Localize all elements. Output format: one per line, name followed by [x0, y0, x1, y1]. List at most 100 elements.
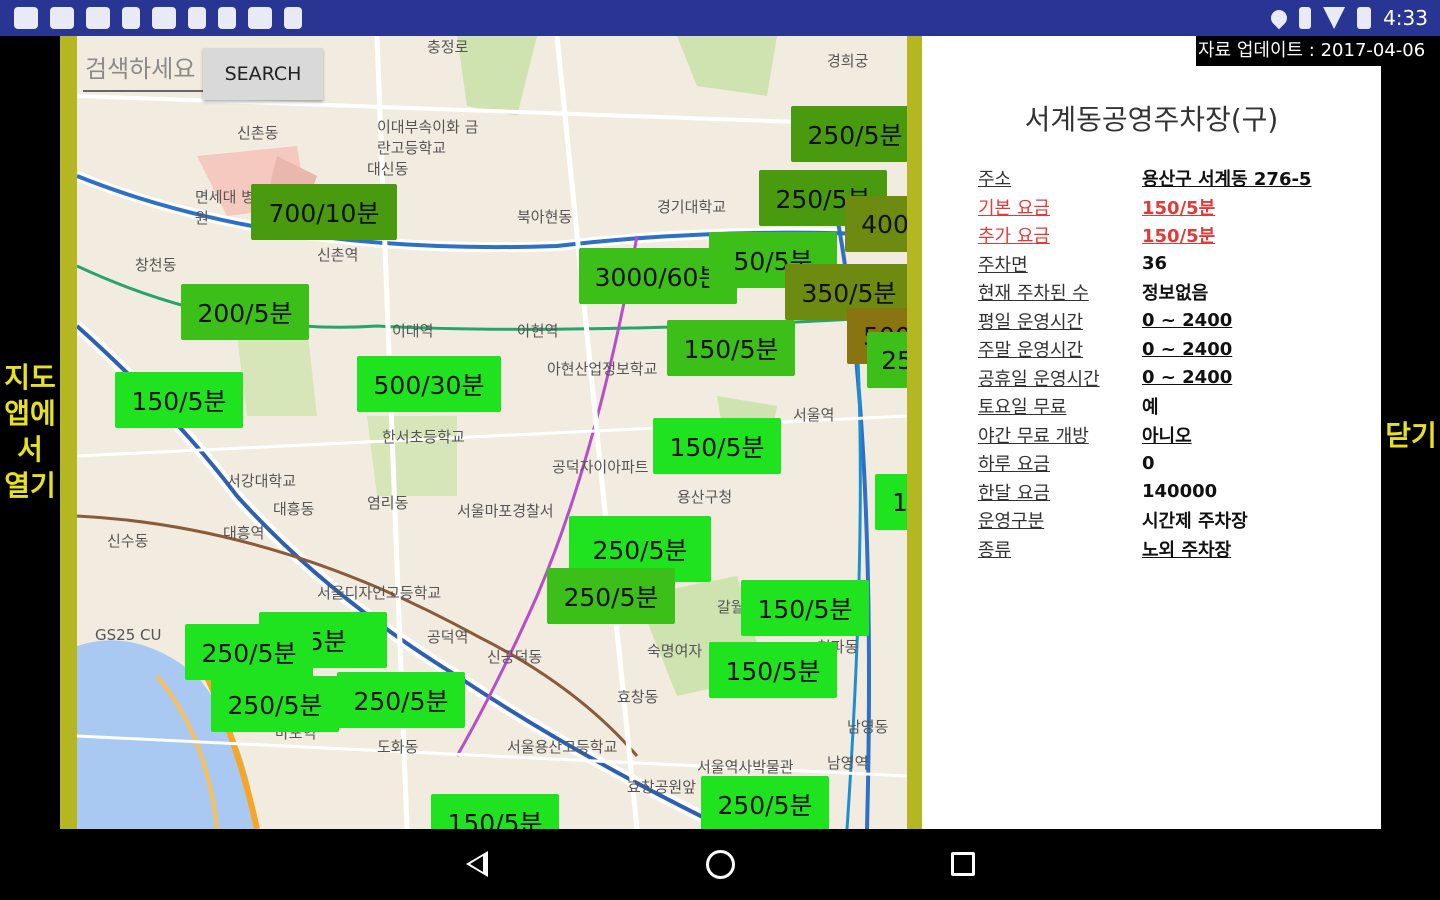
- parking-marker[interactable]: 250/5분: [337, 672, 465, 728]
- map-label: 아현역: [517, 322, 559, 340]
- radio-icon: [152, 7, 176, 29]
- info-row: 현재 주차된 수 정보없음: [978, 278, 1311, 307]
- map-label: 창천동: [135, 256, 177, 274]
- info-key: 주소: [978, 169, 1012, 191]
- info-key: 야간 무료 개방: [978, 425, 1089, 447]
- parking-marker[interactable]: 150/5분: [115, 372, 243, 428]
- android-icon: [284, 7, 302, 29]
- parking-lot-name: 서계동공영주차장(구): [1024, 103, 1279, 136]
- info-value: 150/5분: [1142, 226, 1216, 248]
- navigation-bar: [0, 829, 1440, 900]
- map-label: 서울마포경찰서: [457, 502, 554, 520]
- map-label: 도화동: [377, 738, 419, 756]
- map-label: 용산구청: [677, 488, 733, 506]
- home-icon[interactable]: [706, 850, 735, 879]
- info-key: 하루 요금: [978, 454, 1050, 476]
- map-label: 서강대학교: [227, 472, 297, 490]
- search-button[interactable]: SEARCH: [203, 48, 323, 100]
- info-value: 노외 주차장: [1142, 539, 1232, 561]
- parking-marker[interactable]: 250/5분: [185, 624, 313, 680]
- map-label: 신수동: [107, 532, 149, 550]
- circle-icon: [188, 7, 206, 29]
- info-value: 아니오: [1142, 425, 1192, 447]
- map-label: 한서초등학교: [382, 428, 465, 446]
- back-icon[interactable]: [466, 851, 488, 877]
- map-label: 효창동: [617, 688, 659, 706]
- parking-marker[interactable]: 250/5분: [791, 106, 907, 162]
- close-button[interactable]: 닫기: [1382, 414, 1440, 454]
- info-value: 예: [1142, 397, 1159, 419]
- map-background: [77, 36, 907, 829]
- app-icon: [122, 7, 140, 29]
- parking-marker[interactable]: 25: [867, 332, 907, 388]
- parking-marker[interactable]: 200/5분: [181, 284, 309, 340]
- map-label: 남영동: [847, 718, 889, 736]
- info-row: 운영구분 시간제 주차장: [978, 506, 1311, 535]
- youtube-icon: [86, 7, 110, 29]
- bluetooth-icon: [1299, 7, 1312, 29]
- info-value: 0 ~ 2400: [1142, 338, 1233, 360]
- map-label: 경기대학교: [657, 198, 727, 216]
- info-row: 주소 용산구 서계동 276-5: [978, 164, 1311, 193]
- parking-marker[interactable]: 150/5분: [431, 794, 559, 829]
- info-row: 추가 요금 150/5분: [978, 221, 1311, 250]
- map-label: 신촌동: [237, 124, 279, 142]
- parking-marker[interactable]: 150/5분: [709, 642, 837, 698]
- map-label: 서울디자인고등학교: [317, 584, 442, 602]
- parking-marker[interactable]: 250/5분: [211, 676, 339, 732]
- info-value: 150/5분: [1142, 197, 1216, 219]
- parking-marker[interactable]: 250/5분: [701, 776, 829, 829]
- phone-icon: [218, 7, 236, 29]
- parking-marker[interactable]: 150/5분: [741, 580, 869, 636]
- info-key: 주차면: [978, 254, 1028, 276]
- recents-icon[interactable]: [951, 852, 975, 876]
- system-icons: 4:33: [1267, 6, 1428, 30]
- photo-icon: [248, 7, 272, 29]
- wifi-icon: [1323, 7, 1346, 29]
- info-row: 한달 요금 140000: [978, 478, 1311, 507]
- info-key: 기본 요금: [978, 197, 1050, 219]
- parking-marker[interactable]: 150/5분: [667, 320, 795, 376]
- info-value: 0 ~ 2400: [1142, 367, 1233, 389]
- status-bar: 4:33: [0, 0, 1440, 36]
- info-value: 36: [1142, 253, 1168, 275]
- map-label: 북아현동: [517, 208, 573, 226]
- info-row: 토요일 무료 예: [978, 392, 1311, 421]
- info-row: 야간 무료 개방 아니오: [978, 421, 1311, 450]
- app-icon: [14, 7, 38, 29]
- search-input[interactable]: [83, 48, 203, 92]
- location-icon: [1267, 6, 1291, 30]
- info-row: 기본 요금 150/5분: [978, 193, 1311, 222]
- map-label: 아현산업정보학교: [547, 360, 658, 378]
- info-value: 정보없음: [1142, 283, 1209, 305]
- map-label: 충정로: [427, 38, 469, 56]
- info-key: 종류: [978, 539, 1012, 561]
- parking-marker[interactable]: 500/30분: [357, 356, 501, 412]
- parking-marker[interactable]: 700/10분: [251, 184, 397, 240]
- map-label: 대흥역: [223, 524, 265, 542]
- info-row: 평일 운영시간 0 ~ 2400: [978, 307, 1311, 336]
- map-label: 염리동: [367, 494, 409, 512]
- clock: 4:33: [1383, 6, 1428, 30]
- info-key: 평일 운영시간: [978, 311, 1084, 333]
- parking-marker[interactable]: 250/5분: [547, 568, 675, 624]
- map-label: 숙명여자: [647, 642, 703, 660]
- info-row: 종류 노외 주차장: [978, 535, 1311, 564]
- map-label: 서울용산고등학교: [507, 738, 618, 756]
- info-row: 주차면 36: [978, 250, 1311, 279]
- battery-icon: [1357, 7, 1372, 29]
- info-panel: 서계동공영주차장(구) 주소 용산구 서계동 276-5 기본 요금 150/5분 …: [922, 36, 1381, 829]
- parking-marker[interactable]: 1: [875, 474, 907, 530]
- info-key: 운영구분: [978, 511, 1045, 533]
- map-view[interactable]: SEARCH 신촌동 이대부속이화 금란고등학교 대신동 면세대 병원 신촌역 …: [77, 36, 907, 829]
- info-value: 140000: [1142, 481, 1218, 503]
- map-label: 서울역사박물관: [697, 758, 794, 776]
- info-key: 토요일 무료: [978, 397, 1067, 419]
- map-label: 효창공원앞: [627, 778, 697, 796]
- parking-marker[interactable]: 150/5분: [653, 418, 781, 474]
- open-in-map-button[interactable]: 지도 앱에 서 열기: [0, 360, 60, 504]
- info-key: 한달 요금: [978, 482, 1050, 504]
- map-label: GS25 CU: [95, 626, 162, 644]
- parking-marker[interactable]: 400: [845, 196, 907, 252]
- info-key: 주말 운영시간: [978, 340, 1084, 362]
